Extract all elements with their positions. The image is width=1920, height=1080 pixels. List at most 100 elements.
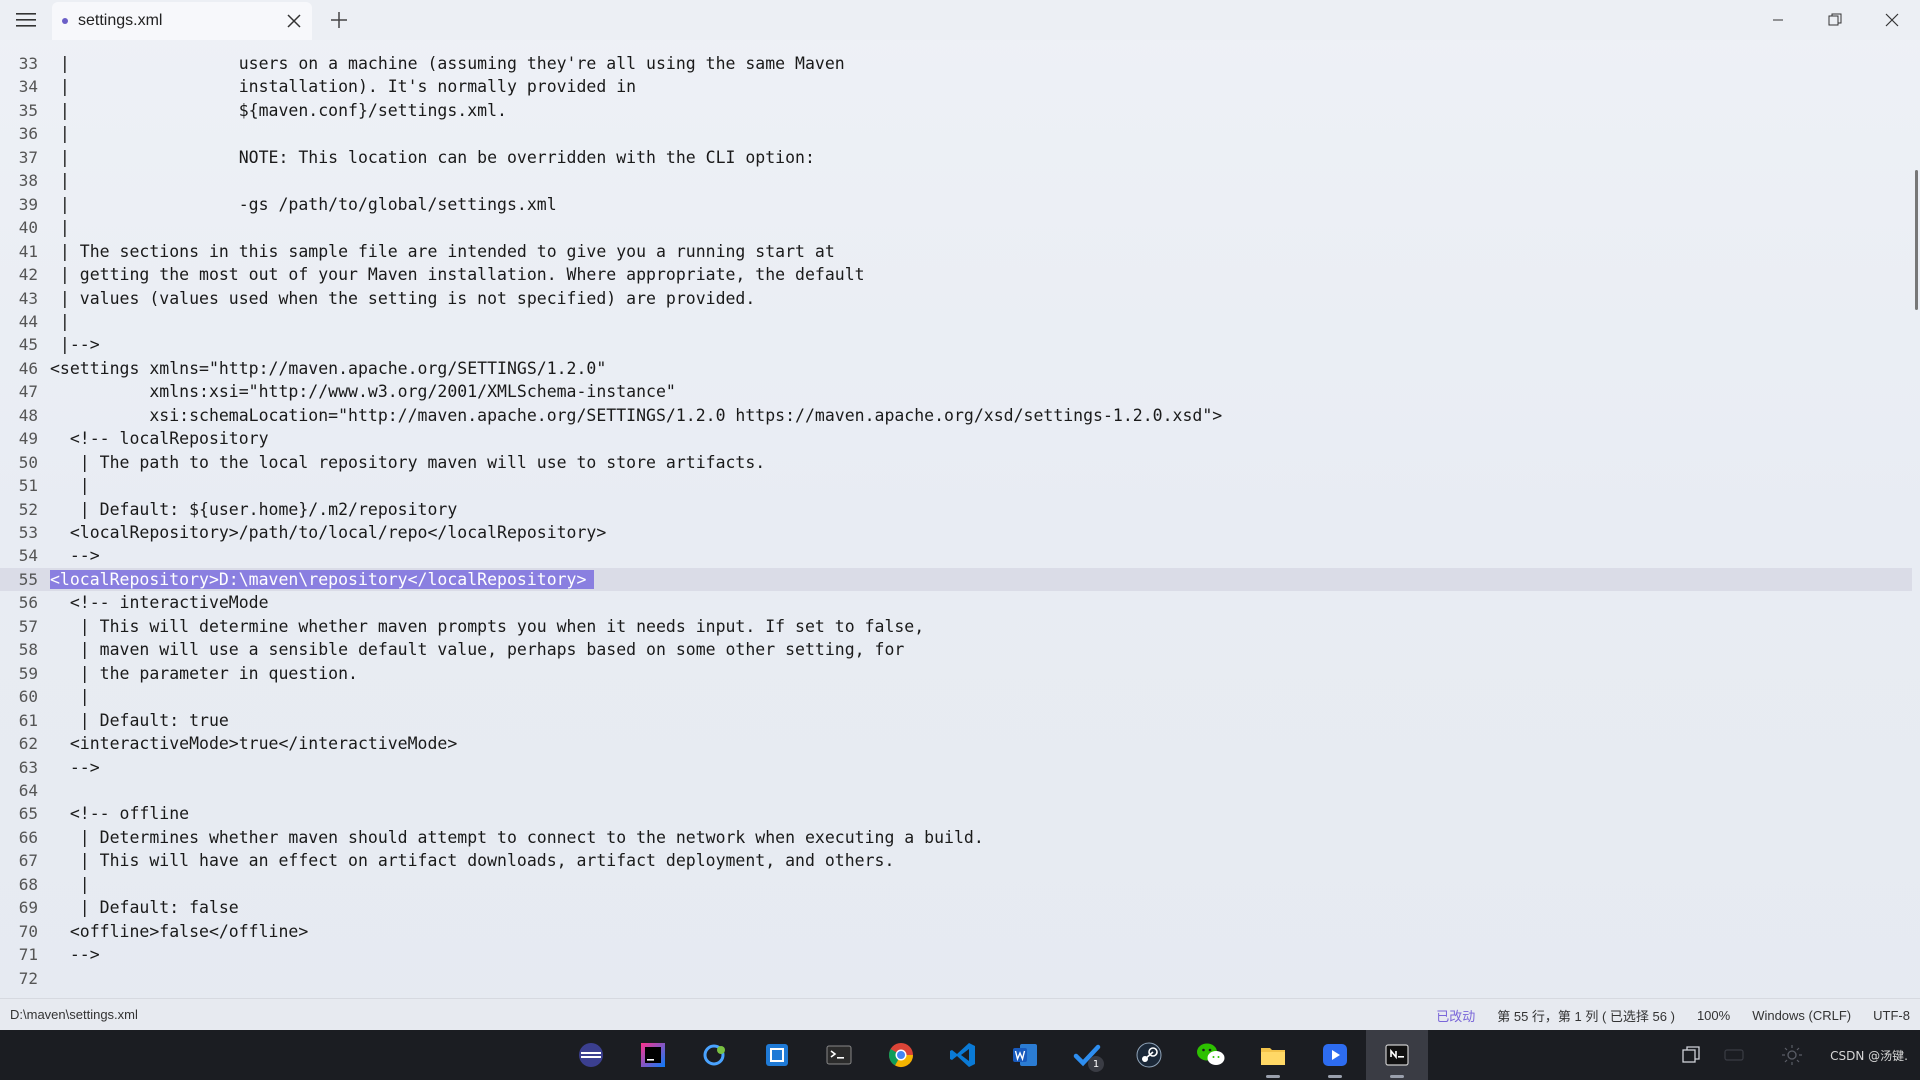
code-text[interactable]: | This will determine whether maven prom…: [50, 617, 924, 636]
code-text[interactable]: |: [50, 218, 70, 237]
code-line[interactable]: 60 |: [0, 685, 1912, 708]
code-line[interactable]: 55 <localRepository>D:\maven\repository</…: [0, 567, 1912, 591]
code-line[interactable]: 42 | getting the most out of your Maven …: [0, 263, 1912, 286]
code-text[interactable]: <offline>false</offline>: [50, 922, 308, 941]
code-text[interactable]: |: [50, 171, 70, 190]
code-line[interactable]: 38 |: [0, 169, 1912, 192]
zoom-level[interactable]: 100%: [1697, 1008, 1730, 1023]
code-text[interactable]: | Default: ${user.home}/.m2/repository: [50, 500, 458, 519]
code-line[interactable]: 62 <interactiveMode>true</interactiveMod…: [0, 732, 1912, 755]
code-line[interactable]: 47 xmlns:xsi="http://www.w3.org/2001/XML…: [0, 380, 1912, 403]
code-text[interactable]: |: [50, 875, 90, 894]
code-line[interactable]: 52 | Default: ${user.home}/.m2/repositor…: [0, 498, 1912, 521]
terminal-icon[interactable]: [808, 1030, 870, 1080]
code-text[interactable]: |: [50, 312, 70, 331]
code-line[interactable]: 56 <!-- interactiveMode: [0, 591, 1912, 614]
code-text[interactable]: | Default: true: [50, 711, 229, 730]
code-line[interactable]: 39 | -gs /path/to/global/settings.xml: [0, 193, 1912, 216]
code-text[interactable]: | -gs /path/to/global/settings.xml: [50, 195, 557, 214]
code-line[interactable]: 34 | installation). It's normally provid…: [0, 75, 1912, 98]
code-text[interactable]: | NOTE: This location can be overridden …: [50, 148, 815, 167]
code-text[interactable]: <localRepository>/path/to/local/repo</lo…: [50, 523, 606, 542]
code-text[interactable]: <interactiveMode>true</interactiveMode>: [50, 734, 457, 753]
code-line[interactable]: 37 | NOTE: This location can be overridd…: [0, 146, 1912, 169]
vscode-icon[interactable]: [932, 1030, 994, 1080]
todo-icon[interactable]: 1: [1056, 1030, 1118, 1080]
code-text[interactable]: |: [50, 124, 70, 143]
code-text[interactable]: <!-- interactiveMode: [50, 593, 269, 612]
code-line[interactable]: 63 -->: [0, 756, 1912, 779]
code-line[interactable]: 64: [0, 779, 1912, 802]
code-text[interactable]: | users on a machine (assuming they're a…: [50, 54, 845, 73]
new-tab-button[interactable]: [322, 4, 356, 36]
code-text[interactable]: | This will have an effect on artifact d…: [50, 851, 895, 870]
code-line[interactable]: 46 <settings xmlns="http://maven.apache.o…: [0, 357, 1912, 380]
code-line[interactable]: 72: [0, 967, 1912, 990]
code-text[interactable]: | Determines whether maven should attemp…: [50, 828, 984, 847]
code-line[interactable]: 43 | values (values used when the settin…: [0, 287, 1912, 310]
file-explorer-icon[interactable]: [1242, 1030, 1304, 1080]
code-line[interactable]: 68 |: [0, 873, 1912, 896]
vertical-scrollbar[interactable]: [1912, 40, 1920, 997]
code-line[interactable]: 66 | Determines whether maven should att…: [0, 826, 1912, 849]
encoding[interactable]: UTF-8: [1873, 1008, 1910, 1023]
code-text[interactable]: -->: [50, 945, 100, 964]
media-player-icon[interactable]: [1304, 1030, 1366, 1080]
weather-icon[interactable]: [1754, 1030, 1830, 1080]
restore-button[interactable]: [1806, 0, 1863, 40]
close-icon[interactable]: [276, 3, 312, 39]
code-line[interactable]: 33 | users on a machine (assuming they'r…: [0, 52, 1912, 75]
code-text[interactable]: <!-- localRepository: [50, 429, 269, 448]
code-line[interactable]: 35 | ${maven.conf}/settings.xml.: [0, 99, 1912, 122]
code-text[interactable]: | Default: false: [50, 898, 239, 917]
code-line[interactable]: 41 | The sections in this sample file ar…: [0, 240, 1912, 263]
code-line[interactable]: 49 <!-- localRepository: [0, 427, 1912, 450]
code-text[interactable]: | ${maven.conf}/settings.xml.: [50, 101, 507, 120]
code-line[interactable]: 57 | This will determine whether maven p…: [0, 615, 1912, 638]
hamburger-icon[interactable]: [0, 0, 52, 40]
code-text[interactable]: -->: [50, 758, 100, 777]
cursor-position[interactable]: 第 55 行，第 1 列 ( 已选择 56 ): [1497, 1006, 1675, 1025]
chrome-icon[interactable]: [870, 1030, 932, 1080]
code-text[interactable]: <settings xmlns="http://maven.apache.org…: [50, 359, 606, 378]
minimize-button[interactable]: [1749, 0, 1806, 40]
code-text[interactable]: -->: [50, 546, 100, 565]
steam-icon[interactable]: [1118, 1030, 1180, 1080]
word-icon[interactable]: [994, 1030, 1056, 1080]
code-line[interactable]: 54 -->: [0, 544, 1912, 567]
code-line[interactable]: 59 | the parameter in question.: [0, 662, 1912, 685]
code-text[interactable]: xsi:schemaLocation="http://maven.apache.…: [50, 406, 1222, 425]
code-line[interactable]: 50 | The path to the local repository ma…: [0, 451, 1912, 474]
code-line[interactable]: 51 |: [0, 474, 1912, 497]
selected-text[interactable]: <localRepository>D:\maven\repository</lo…: [50, 569, 595, 589]
eclipse-icon[interactable]: [560, 1030, 622, 1080]
code-line[interactable]: 71 -->: [0, 943, 1912, 966]
keyboard-icon[interactable]: [1714, 1030, 1754, 1080]
scroll-thumb[interactable]: [1915, 170, 1918, 310]
code-line[interactable]: 44 |: [0, 310, 1912, 333]
code-text[interactable]: |-->: [50, 335, 100, 354]
code-line[interactable]: 65 <!-- offline: [0, 802, 1912, 825]
code-line[interactable]: 53 <localRepository>/path/to/local/repo<…: [0, 521, 1912, 544]
code-text[interactable]: | getting the most out of your Maven ins…: [50, 265, 865, 284]
close-window-button[interactable]: [1863, 0, 1920, 40]
task-view-icon[interactable]: [1668, 1030, 1714, 1080]
code-text[interactable]: | The sections in this sample file are i…: [50, 242, 835, 261]
code-line[interactable]: 48 xsi:schemaLocation="http://maven.apac…: [0, 404, 1912, 427]
code-text[interactable]: <!-- offline: [50, 804, 189, 823]
code-text[interactable]: | maven will use a sensible default valu…: [50, 640, 905, 659]
tab-settings-xml[interactable]: settings.xml: [52, 2, 312, 40]
code-line[interactable]: 69 | Default: false: [0, 896, 1912, 919]
code-line[interactable]: 40 |: [0, 216, 1912, 239]
code-text[interactable]: | The path to the local repository maven…: [50, 453, 765, 472]
remote-desktop-icon[interactable]: [746, 1030, 808, 1080]
code-text[interactable]: | values (values used when the setting i…: [50, 289, 755, 308]
code-line[interactable]: 58 | maven will use a sensible default v…: [0, 638, 1912, 661]
code-text[interactable]: |: [50, 476, 90, 495]
intellij-icon[interactable]: [622, 1030, 684, 1080]
text-editor[interactable]: 33 | users on a machine (assuming they'r…: [0, 40, 1920, 997]
navicat-icon[interactable]: [684, 1030, 746, 1080]
wechat-icon[interactable]: [1180, 1030, 1242, 1080]
notepad-icon[interactable]: [1366, 1030, 1428, 1080]
code-line[interactable]: 70 <offline>false</offline>: [0, 920, 1912, 943]
